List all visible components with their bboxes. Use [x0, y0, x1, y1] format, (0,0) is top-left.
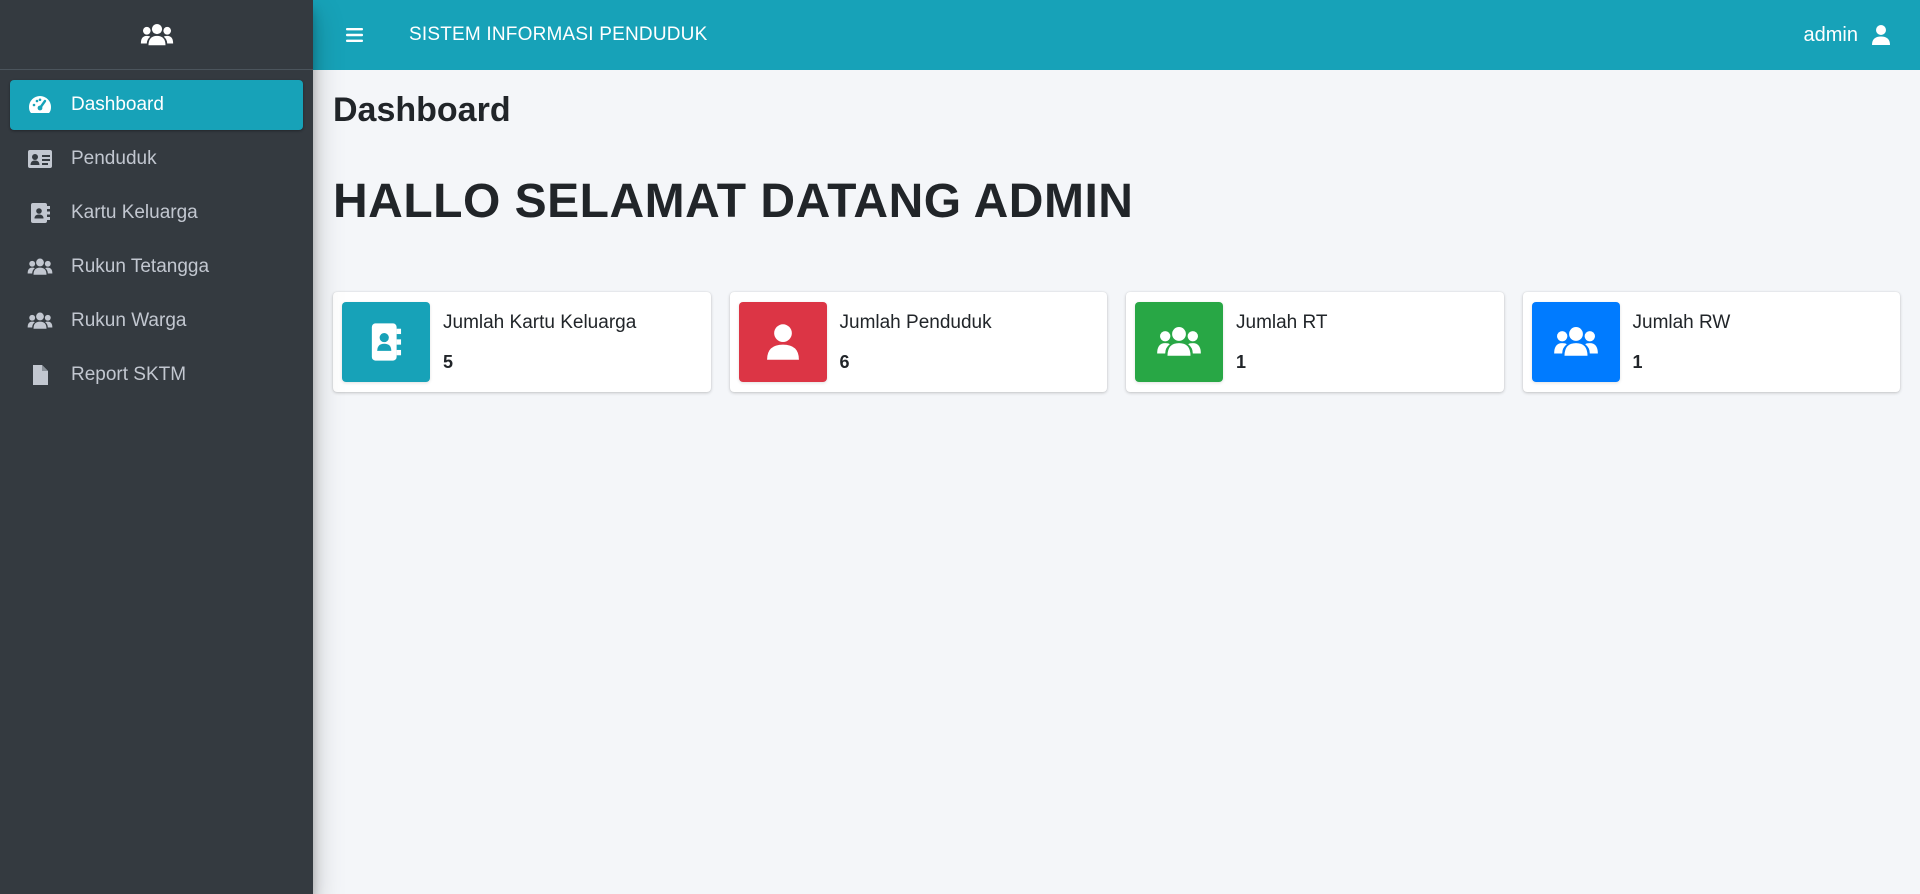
info-box-number: 5	[443, 351, 454, 372]
sidebar-item-label: Rukun Tetangga	[71, 256, 210, 277]
info-box-rw: Jumlah RW 1	[1522, 292, 1900, 393]
tachometer-icon	[24, 93, 56, 117]
address-book-icon	[371, 323, 402, 361]
info-box-kartu-keluarga: Jumlah Kartu Keluarga 5	[333, 292, 711, 393]
info-box-icon	[1135, 302, 1223, 383]
sidebar-item-dashboard[interactable]: Dashboard	[10, 80, 303, 130]
address-book-icon	[24, 201, 56, 225]
users-icon	[1157, 327, 1201, 357]
sidebar-item-rukun-warga[interactable]: Rukun Warga	[10, 296, 303, 346]
info-box-penduduk: Jumlah Penduduk 6	[729, 292, 1107, 393]
users-icon	[24, 255, 56, 279]
users-icon	[24, 309, 56, 333]
sidebar-item-rukun-tetangga[interactable]: Rukun Tetangga	[10, 242, 303, 292]
brand-logo[interactable]	[0, 0, 313, 70]
app-title: SISTEM INFORMASI PENDUDUK	[409, 24, 708, 45]
user-menu[interactable]: admin	[1804, 24, 1892, 47]
info-box-number: 6	[839, 351, 850, 372]
welcome-heading: HALLO SELAMAT DATANG ADMIN	[333, 175, 1134, 229]
info-box-rt: Jumlah RT 1	[1126, 292, 1504, 393]
user-icon	[766, 324, 799, 361]
sidebar-item-penduduk[interactable]: Penduduk	[10, 134, 303, 184]
sidebar-item-report-sktm[interactable]: Report SKTM	[10, 350, 303, 400]
info-box-number: 1	[1632, 351, 1643, 372]
hamburger-menu-icon[interactable]	[343, 23, 367, 47]
sidebar: Dashboard Penduduk Kartu Keluarga Rukun …	[0, 0, 313, 894]
main-content: Dashboard HALLO SELAMAT DATANG ADMIN Jum…	[313, 70, 1920, 894]
info-box-icon	[1531, 302, 1620, 383]
user-icon	[1872, 25, 1890, 45]
id-card-icon	[24, 147, 56, 171]
info-box-label: Jumlah RW	[1632, 311, 1731, 333]
info-box-icon	[342, 302, 430, 383]
sidebar-item-kartu-keluarga[interactable]: Kartu Keluarga	[10, 188, 303, 238]
users-icon	[140, 23, 173, 45]
page-title: Dashboard	[333, 91, 511, 129]
info-box-number: 1	[1236, 351, 1247, 372]
top-navbar: SISTEM INFORMASI PENDUDUK admin	[313, 0, 1920, 70]
info-box-icon	[738, 302, 827, 383]
sidebar-item-label: Dashboard	[71, 94, 164, 115]
sidebar-item-label: Report SKTM	[71, 364, 187, 385]
info-box-label: Jumlah Kartu Keluarga	[443, 311, 637, 333]
sidebar-item-label: Kartu Keluarga	[71, 202, 198, 223]
user-name: admin	[1803, 23, 1858, 46]
file-icon	[24, 363, 56, 387]
sidebar-nav: Dashboard Penduduk Kartu Keluarga Rukun …	[0, 70, 313, 400]
info-box-label: Jumlah RT	[1236, 311, 1328, 333]
sidebar-item-label: Rukun Warga	[71, 310, 187, 331]
users-icon	[1553, 327, 1598, 357]
info-box-label: Jumlah Penduduk	[839, 311, 992, 333]
stats-cards: Jumlah Kartu Keluarga 5 Jumlah Penduduk …	[333, 292, 1900, 393]
sidebar-item-label: Penduduk	[71, 148, 157, 169]
